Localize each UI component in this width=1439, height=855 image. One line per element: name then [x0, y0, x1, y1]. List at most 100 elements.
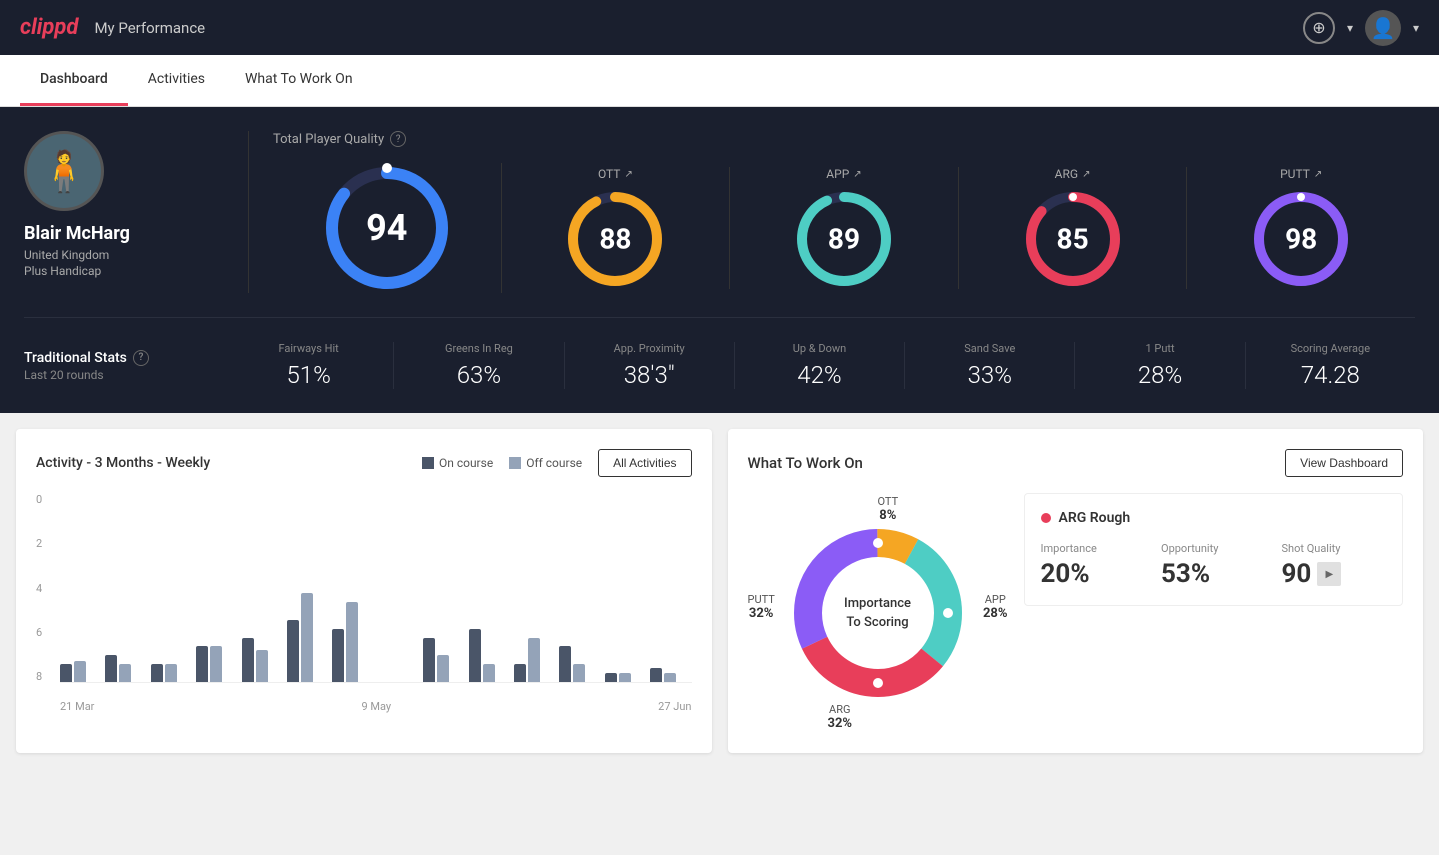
tab-activities[interactable]: Activities [128, 55, 225, 106]
ott-donut-pct: 8% [878, 508, 899, 523]
shotquality-indicator: ▶ [1317, 562, 1341, 586]
x-label-jun: 27 Jun [658, 700, 691, 713]
activity-header: Activity - 3 Months - Weekly On course O… [36, 449, 692, 477]
bar-off-13 [664, 673, 676, 682]
stat-gir: Greens In Reg 63% [394, 342, 564, 389]
bar-on-1 [105, 655, 117, 682]
bar-off-5 [301, 593, 313, 682]
activity-title: Activity - 3 Months - Weekly [36, 455, 210, 471]
bar-off-6 [346, 602, 358, 682]
legend-on-course-label: On course [439, 456, 493, 470]
info-stat-shotquality-value: 90 [1282, 559, 1312, 589]
ott-label-text: OTT [598, 167, 621, 181]
app-logo: clippd [20, 15, 78, 40]
stat-gir-label: Greens In Reg [402, 342, 555, 355]
stat-sandsave-label: Sand Save [913, 342, 1066, 355]
arg-donut-pct: 32% [828, 716, 853, 731]
info-stat-opportunity-value: 53% [1161, 559, 1266, 589]
app-label: APP ↗ [826, 167, 861, 181]
profile-avatar: 🧍 [24, 131, 104, 211]
profile-handicap: Plus Handicap [24, 264, 101, 278]
bar-off-10 [528, 638, 540, 682]
app-ring: 89 [794, 189, 894, 289]
header-right: ⊕ ▾ 👤 ▾ [1303, 10, 1419, 46]
ott-score-card: OTT ↗ 88 [502, 167, 731, 289]
bar-group-6 [332, 602, 373, 682]
wtwo-content: ImportanceTo Scoring OTT 8% APP 28% ARG … [748, 493, 1404, 733]
trad-label-text: Traditional Stats [24, 350, 127, 366]
bar-group-3 [196, 646, 237, 682]
bar-off-2 [165, 664, 177, 682]
trad-stats-values: Fairways Hit 51% Greens In Reg 63% App. … [224, 342, 1415, 389]
info-card-stats: Importance 20% Opportunity 53% Shot Qual… [1041, 542, 1387, 589]
stat-proximity-label: App. Proximity [573, 342, 726, 355]
view-dashboard-button[interactable]: View Dashboard [1285, 449, 1403, 477]
bar-off-11 [573, 664, 585, 682]
arg-donut-label-text: ARG [828, 703, 853, 716]
stat-proximity-value: 38'3" [573, 361, 726, 389]
putt-arrow: ↗ [1314, 169, 1322, 180]
bar-on-10 [514, 664, 526, 682]
arg-label: ARG ↗ [1055, 167, 1091, 181]
stat-scoring: Scoring Average 74.28 [1246, 342, 1415, 389]
chart-x-labels: 21 Mar 9 May 27 Jun [60, 700, 692, 713]
bar-group-9 [469, 629, 510, 682]
info-stat-importance-label: Importance [1041, 542, 1146, 555]
stat-oneputt: 1 Putt 28% [1075, 342, 1245, 389]
add-dropdown[interactable]: ▾ [1347, 21, 1353, 35]
profile-name: Blair McHarg [24, 223, 130, 244]
avatar-dropdown[interactable]: ▾ [1413, 21, 1419, 35]
bar-on-13 [650, 668, 662, 682]
all-activities-button[interactable]: All Activities [598, 449, 691, 477]
putt-label: PUTT ↗ [1280, 167, 1322, 181]
profile-country: United Kingdom [24, 248, 109, 262]
x-label-mar: 21 Mar [60, 700, 94, 713]
trad-label: Traditional Stats ? [24, 350, 224, 366]
bar-on-6 [332, 629, 344, 682]
arg-label-text: ARG [1055, 167, 1078, 181]
legend-on-course-dot [422, 457, 434, 469]
profile-panel: 🧍 Blair McHarg United Kingdom Plus Handi… [24, 131, 224, 278]
arg-score-card: ARG ↗ 85 [959, 167, 1188, 289]
bar-group-5 [287, 593, 328, 682]
bar-on-0 [60, 664, 72, 682]
chart-y-labels: 8 6 4 2 0 [36, 493, 56, 683]
bar-on-9 [469, 629, 481, 682]
arg-ring: 85 [1023, 189, 1123, 289]
avatar[interactable]: 👤 [1365, 10, 1401, 46]
tab-dashboard[interactable]: Dashboard [20, 55, 128, 106]
tab-what-to-work-on[interactable]: What To Work On [225, 55, 373, 106]
putt-label-text: PUTT [1280, 167, 1310, 181]
trad-help-icon[interactable]: ? [133, 350, 149, 366]
y-label-4: 4 [36, 582, 56, 595]
app-donut-label-text: APP [983, 593, 1008, 606]
info-card-title: ARG Rough [1041, 510, 1387, 526]
donut-chart-container: ImportanceTo Scoring OTT 8% APP 28% ARG … [748, 493, 1008, 733]
stat-fairways: Fairways Hit 51% [224, 342, 394, 389]
info-stat-shotquality-label: Shot Quality [1282, 542, 1387, 555]
app-donut-pct: 28% [983, 606, 1008, 621]
putt-score-value: 98 [1285, 223, 1317, 256]
info-stat-shotquality: Shot Quality 90 ▶ [1282, 542, 1387, 589]
putt-donut-label-text: PUTT [748, 593, 775, 606]
stat-scoring-value: 74.28 [1254, 361, 1407, 389]
putt-ring: 98 [1251, 189, 1351, 289]
header: clippd My Performance ⊕ ▾ 👤 ▾ [0, 0, 1439, 55]
bar-on-2 [151, 664, 163, 682]
traditional-stats: Traditional Stats ? Last 20 rounds Fairw… [24, 317, 1415, 389]
stats-section: 🧍 Blair McHarg United Kingdom Plus Handi… [0, 107, 1439, 413]
quality-help-icon[interactable]: ? [390, 131, 406, 147]
bar-group-8 [423, 638, 464, 682]
bar-group-1 [105, 655, 146, 682]
bar-off-1 [119, 664, 131, 682]
bar-off-9 [483, 664, 495, 682]
what-to-work-on-panel: What To Work On View Dashboard [728, 429, 1424, 753]
bar-group-0 [60, 661, 101, 682]
app-label-text: APP [826, 167, 849, 181]
stat-oneputt-label: 1 Putt [1083, 342, 1236, 355]
add-button[interactable]: ⊕ [1303, 12, 1335, 44]
legend-off-course: Off course [509, 456, 582, 470]
main-score-card: 94 [273, 163, 502, 293]
x-label-may: 9 May [361, 700, 391, 713]
quality-label-text: Total Player Quality [273, 132, 384, 147]
